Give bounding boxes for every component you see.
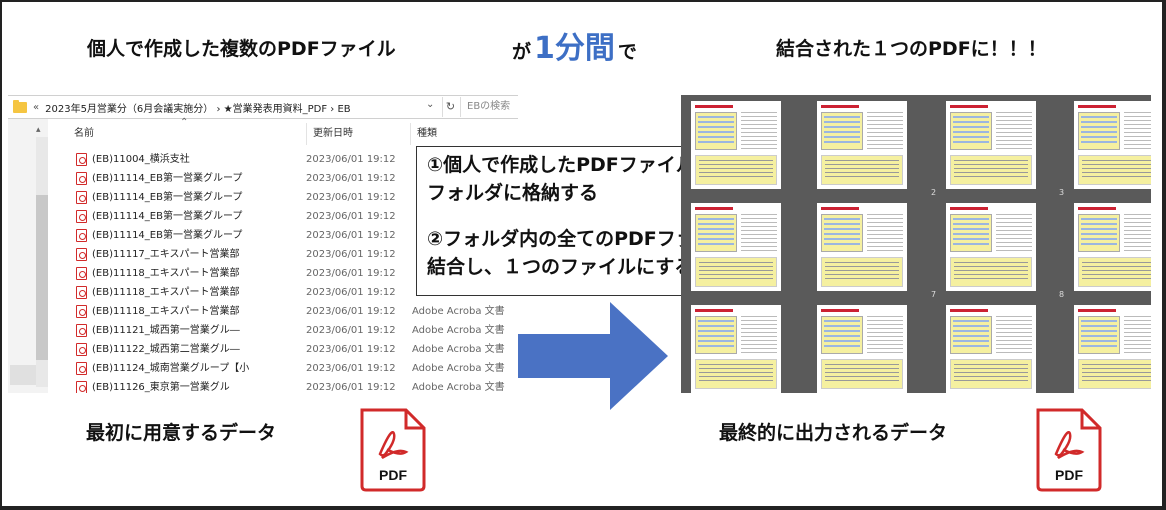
headline-right: 結合された１つのPDFに！！！ <box>776 38 1047 60</box>
page-number: 2 <box>931 188 937 197</box>
folder-icon <box>13 99 27 113</box>
column-header-date[interactable]: 更新日時 <box>306 123 410 145</box>
pdf-page-thumbnail[interactable] <box>691 101 781 189</box>
file-date: 2023/06/01 19:12 <box>306 287 396 298</box>
file-date: 2023/06/01 19:12 <box>306 363 396 374</box>
pdf-file-icon <box>76 191 87 204</box>
refresh-icon[interactable]: ↻ <box>442 97 458 117</box>
page-number: 8 <box>1059 290 1065 299</box>
pdf-file-icon <box>76 248 87 261</box>
pdf-page-thumbnail[interactable] <box>1074 203 1151 291</box>
file-type: Adobe Acroba 文書 <box>412 325 505 336</box>
pdf-file-icon <box>76 381 87 393</box>
file-name: (EB)11004_横浜支社 <box>92 154 190 165</box>
file-name: (EB)11122_城西第二営業グル― <box>92 344 240 355</box>
file-name: (EB)11114_EB第一営業グループ <box>92 192 243 203</box>
file-row[interactable]: (EB)11126_東京第一営業グル 2023/06/01 19:12 Adobe … <box>74 378 514 393</box>
pdf-file-icon <box>76 229 87 242</box>
headline-center-big: 1分間 <box>534 31 615 66</box>
file-name: (EB)11117_エキスパート営業部 <box>92 249 240 260</box>
pdf-page-thumbnail[interactable] <box>946 203 1036 291</box>
file-name: (EB)11118_エキスパート営業部 <box>92 287 240 298</box>
scroll-up-icon[interactable]: ▴ <box>36 125 41 135</box>
pdf-page-thumbnail[interactable] <box>1074 101 1151 189</box>
pdf-page-thumbnail[interactable] <box>946 305 1036 393</box>
file-type: Adobe Acroba 文書 <box>412 363 505 374</box>
scrollbar-thumb[interactable] <box>36 195 48 360</box>
file-name: (EB)11114_EB第一営業グループ <box>92 230 243 241</box>
file-name: (EB)11126_東京第一営業グル <box>92 382 230 393</box>
nav-chevron[interactable]: « <box>33 102 39 113</box>
pdf-page-thumbnail[interactable] <box>817 203 907 291</box>
acrobat-pdf-icon: PDF <box>1036 408 1102 492</box>
pdf-page-thumbnail[interactable] <box>817 101 907 189</box>
pdf-icon-label: PDF <box>379 467 407 483</box>
file-row[interactable]: (EB)11118_エキスパート営業部 2023/06/01 19:12 Adobe… <box>74 302 514 321</box>
nav-pane-item[interactable] <box>10 365 38 385</box>
pdf-file-icon <box>76 362 87 375</box>
file-name: (EB)11114_EB第一営業グループ <box>92 211 243 222</box>
file-name: (EB)11114_EB第一営業グループ <box>92 173 243 184</box>
file-date: 2023/06/01 19:12 <box>306 382 396 393</box>
merged-pdf-preview: 2 3 7 8 <box>681 95 1151 393</box>
right-arrow-icon <box>518 302 668 410</box>
headline-center-post: で <box>617 41 637 63</box>
file-type: Adobe Acroba 文書 <box>412 382 505 393</box>
file-name: (EB)11118_エキスパート営業部 <box>92 268 240 279</box>
pdf-file-icon <box>76 172 87 185</box>
file-date: 2023/06/01 19:12 <box>306 230 396 241</box>
page-number: 3 <box>1059 188 1065 197</box>
sort-arrow-icon: ⌃ <box>180 117 189 128</box>
file-type: Adobe Acroba 文書 <box>412 306 505 317</box>
pdf-file-icon <box>76 324 87 337</box>
acrobat-pdf-icon: PDF <box>360 408 426 492</box>
pdf-page-thumbnail[interactable] <box>1074 305 1151 393</box>
column-header-name[interactable]: 名前 <box>74 123 94 145</box>
pdf-page-thumbnail[interactable] <box>946 101 1036 189</box>
file-date: 2023/06/01 19:12 <box>306 211 396 222</box>
file-row[interactable]: (EB)11124_城南営業グループ【小 2023/06/01 19:12 Adob… <box>74 359 514 378</box>
pdf-file-icon <box>76 267 87 280</box>
file-date: 2023/06/01 19:12 <box>306 173 396 184</box>
pdf-icon-label: PDF <box>1055 467 1083 483</box>
breadcrumb[interactable]: 2023年5月営業分（6月会議実施分） › ★営業発表用資料_PDF › EB <box>45 100 351 115</box>
column-header-type[interactable]: 種類 <box>410 123 518 145</box>
search-input[interactable]: EBの検索 <box>460 97 518 117</box>
pdf-page-thumbnail[interactable] <box>691 203 781 291</box>
file-date: 2023/06/01 19:12 <box>306 325 396 336</box>
final-data-label: 最終的に出力されるデータ <box>719 422 948 444</box>
pdf-page-thumbnail[interactable] <box>691 305 781 393</box>
pdf-file-icon <box>76 153 87 166</box>
file-name: (EB)11121_城西第一営業グル― <box>92 325 240 336</box>
file-row[interactable]: (EB)11121_城西第一営業グル― 2023/06/01 19:12 Adobe… <box>74 321 514 340</box>
pdf-file-icon <box>76 305 87 318</box>
file-name: (EB)11124_城南営業グループ【小 <box>92 363 250 374</box>
file-row[interactable]: (EB)11122_城西第二営業グル― 2023/06/01 19:12 Adobe… <box>74 340 514 359</box>
file-date: 2023/06/01 19:12 <box>306 154 396 165</box>
pdf-file-icon <box>76 210 87 223</box>
pdf-file-icon <box>76 286 87 299</box>
file-date: 2023/06/01 19:12 <box>306 268 396 279</box>
headline-center: が 1分間 で <box>512 23 637 67</box>
file-name: (EB)11118_エキスパート営業部 <box>92 306 240 317</box>
headline-left: 個人で作成した複数のPDFファイル <box>87 38 396 60</box>
headline-center-pre: が <box>512 41 532 63</box>
file-date: 2023/06/01 19:12 <box>306 306 396 317</box>
pdf-file-icon <box>76 343 87 356</box>
file-date: 2023/06/01 19:12 <box>306 344 396 355</box>
file-date: 2023/06/01 19:12 <box>306 192 396 203</box>
chevron-down-icon[interactable]: ⌄ <box>426 99 434 110</box>
pdf-page-thumbnail[interactable] <box>817 305 907 393</box>
file-type: Adobe Acroba 文書 <box>412 344 505 355</box>
address-bar[interactable]: « 2023年5月営業分（6月会議実施分） › ★営業発表用資料_PDF › E… <box>8 95 518 119</box>
page-number: 7 <box>931 290 937 299</box>
file-date: 2023/06/01 19:12 <box>306 249 396 260</box>
initial-data-label: 最初に用意するデータ <box>86 422 277 444</box>
